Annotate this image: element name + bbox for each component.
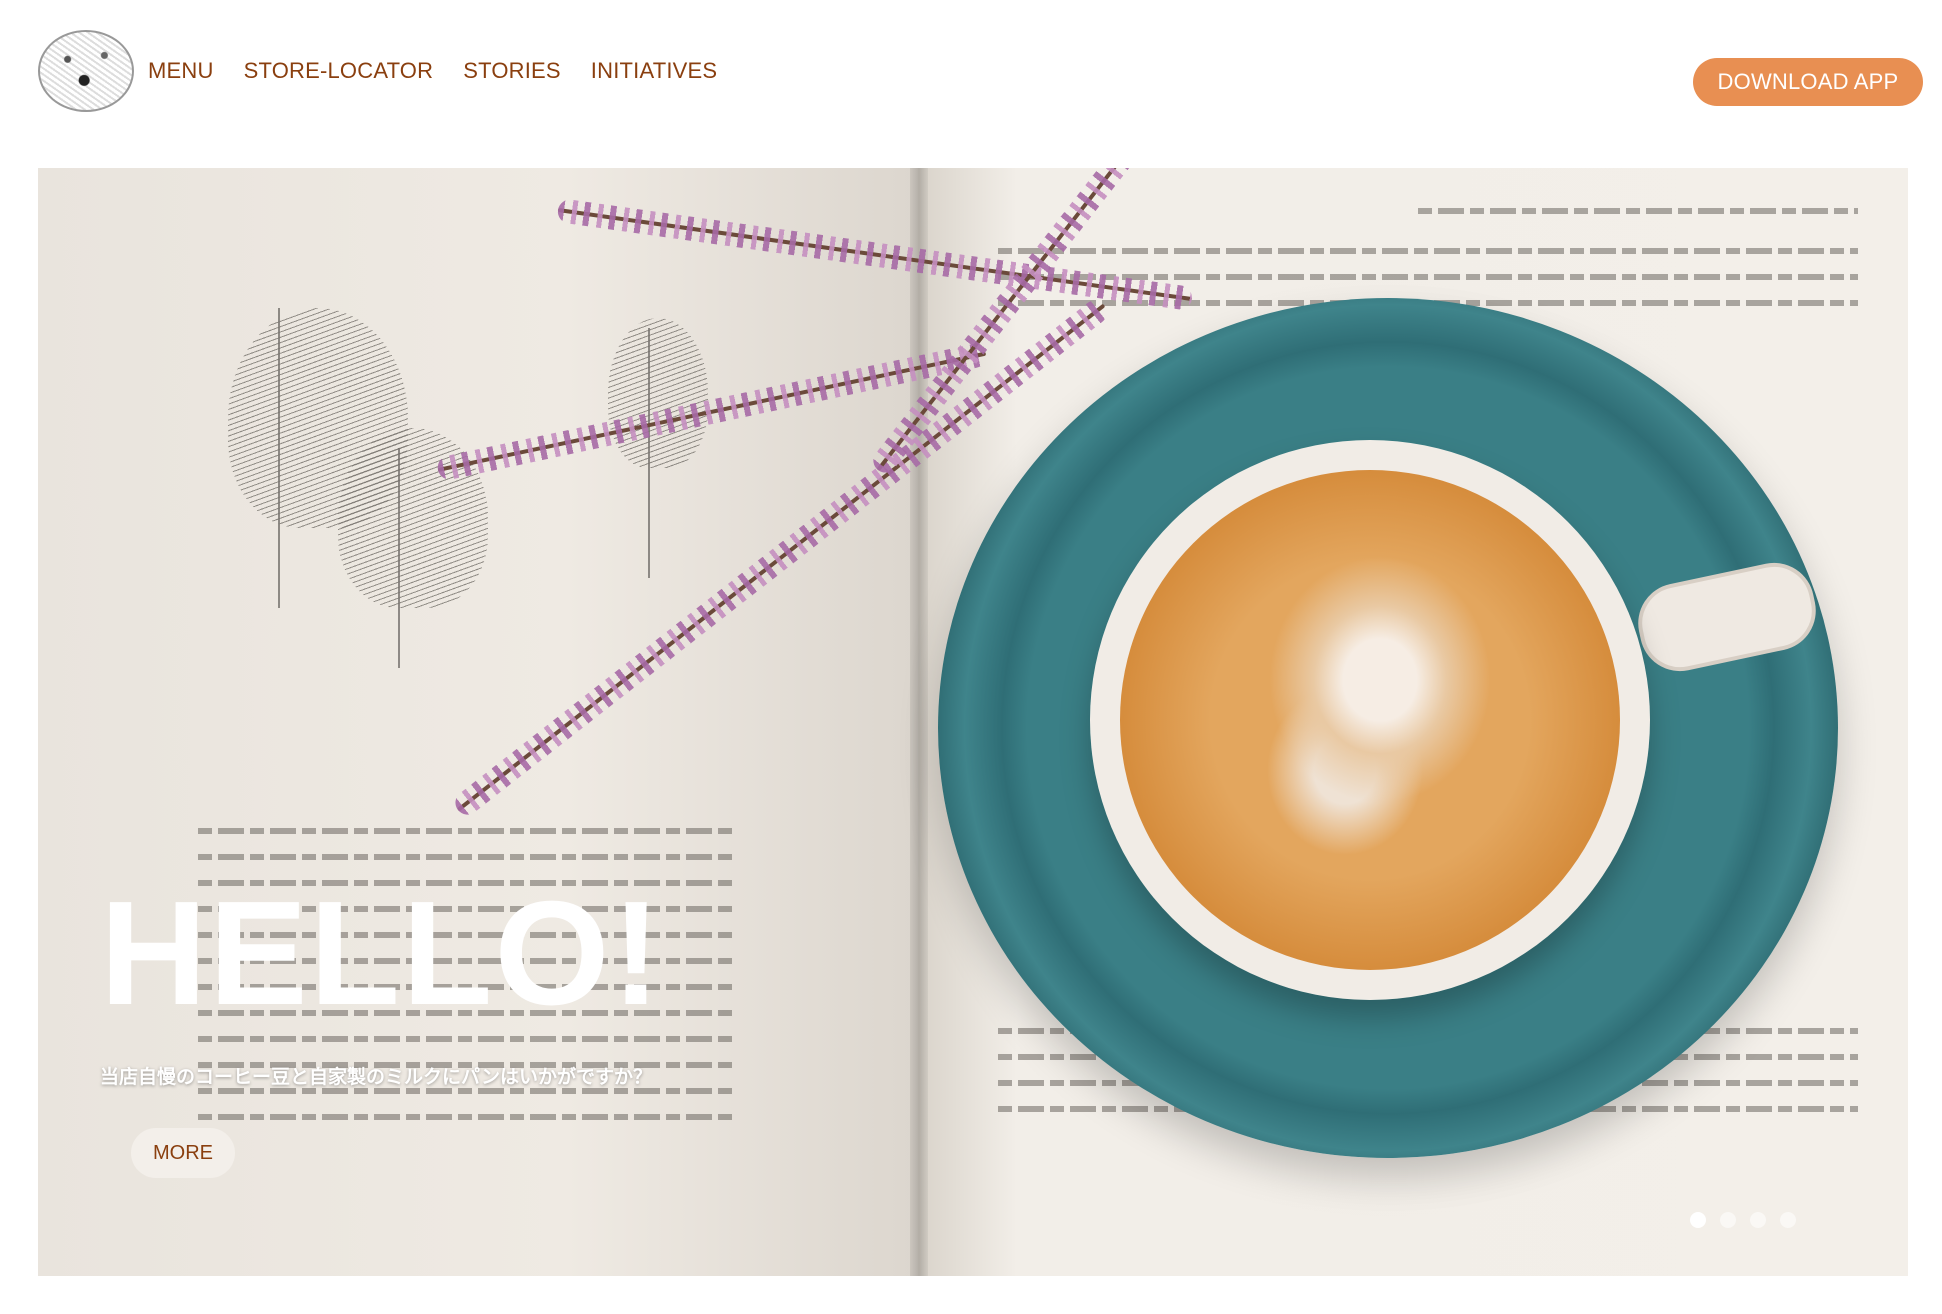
- hero-image-latte: [1120, 470, 1620, 970]
- hero-image-plant-sketch: [608, 318, 708, 468]
- nav-store-locator-link[interactable]: STORE-LOCATOR: [244, 58, 434, 84]
- hero-image-text: [198, 1036, 738, 1042]
- site-header: MENU STORE-LOCATOR STORIES INITIATIVES D…: [0, 0, 1942, 160]
- hero-image-book-spine: [910, 168, 928, 1276]
- hero-image-text: [198, 854, 738, 860]
- carousel-dot[interactable]: [1750, 1212, 1766, 1228]
- carousel-dot[interactable]: [1720, 1212, 1736, 1228]
- hero-image-text: [198, 1114, 738, 1120]
- hero-image-text: [198, 828, 738, 834]
- hero-carousel: HELLO! 当店自慢のコーヒー豆と自家製のミルクにパンはいかがですか？ MOR…: [38, 168, 1908, 1276]
- site-logo[interactable]: [38, 30, 134, 112]
- page: MENU STORE-LOCATOR STORIES INITIATIVES D…: [0, 0, 1942, 1314]
- nav-menu-link[interactable]: MENU: [148, 58, 214, 84]
- hero-subtitle: 当店自慢のコーヒー豆と自家製のミルクにパンはいかがですか？: [100, 1067, 652, 1088]
- nav-initiatives-link[interactable]: INITIATIVES: [591, 58, 717, 84]
- hero-title: HELLO!: [100, 871, 663, 1036]
- more-button[interactable]: MORE: [131, 1128, 235, 1178]
- carousel-dot[interactable]: [1780, 1212, 1796, 1228]
- main-nav: MENU STORE-LOCATOR STORIES INITIATIVES: [148, 58, 717, 84]
- hero-image-text: [1418, 208, 1858, 214]
- nav-stories-link[interactable]: STORIES: [463, 58, 561, 84]
- carousel-pagination: [1690, 1212, 1796, 1228]
- hero-image-book-left-page: [38, 168, 918, 1276]
- carousel-dot[interactable]: [1690, 1212, 1706, 1228]
- hero-image-text: [998, 248, 1858, 254]
- download-app-button[interactable]: DOWNLOAD APP: [1693, 58, 1923, 106]
